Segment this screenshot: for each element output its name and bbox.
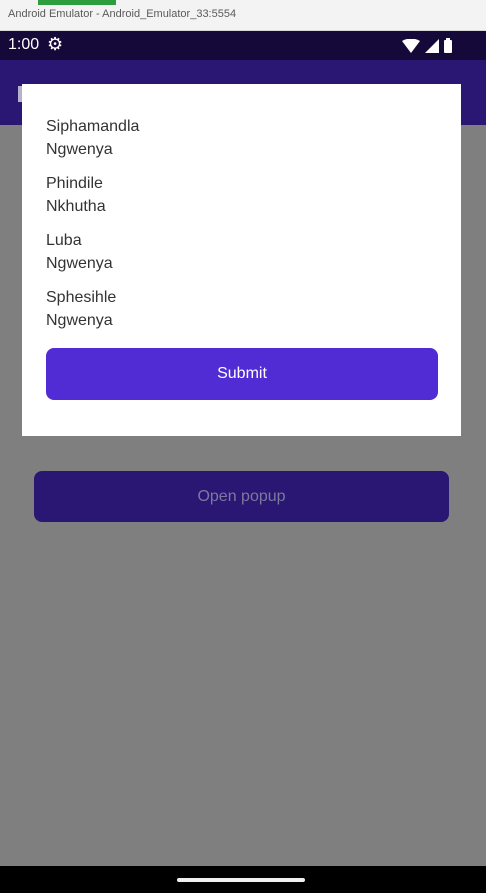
first-name: Sphesihle <box>46 289 117 306</box>
first-name: Siphamandla <box>46 118 140 135</box>
last-name: Nkhutha <box>46 198 106 215</box>
signal-icon <box>425 38 439 53</box>
status-icons <box>402 38 452 53</box>
window-title: Android Emulator - Android_Emulator_33:5… <box>8 8 237 20</box>
list-item: Phindile Nkhutha <box>46 172 106 218</box>
navigation-bar <box>0 866 486 893</box>
first-name: Luba <box>46 232 82 249</box>
last-name: Ngwenya <box>46 312 113 329</box>
popup-dialog: Siphamandla Ngwenya Phindile Nkhutha Lub… <box>22 84 461 436</box>
submit-button[interactable]: Submit <box>46 348 438 400</box>
last-name: Ngwenya <box>46 141 113 158</box>
list-item: Luba Ngwenya <box>46 229 113 275</box>
status-time: 1:00 <box>8 36 40 53</box>
home-gesture-handle[interactable] <box>177 878 305 882</box>
list-item: Sphesihle Ngwenya <box>46 286 116 332</box>
open-popup-button[interactable]: Open popup <box>34 471 449 522</box>
status-bar: 1:00 ⚙ <box>0 31 486 60</box>
background-window-tab <box>38 0 116 5</box>
gear-icon: ⚙ <box>47 34 64 54</box>
list-item: Siphamandla Ngwenya <box>46 115 139 161</box>
wifi-icon <box>402 38 420 53</box>
last-name: Ngwenya <box>46 255 113 272</box>
emulator-title-bar: Android Emulator - Android_Emulator_33:5… <box>0 0 486 31</box>
first-name: Phindile <box>46 175 103 192</box>
device-screen: 1:00 ⚙ Open popup Siphamandla Ngwenya Ph… <box>0 31 486 893</box>
battery-icon <box>444 38 452 53</box>
emulator-window: Android Emulator - Android_Emulator_33:5… <box>0 0 486 893</box>
